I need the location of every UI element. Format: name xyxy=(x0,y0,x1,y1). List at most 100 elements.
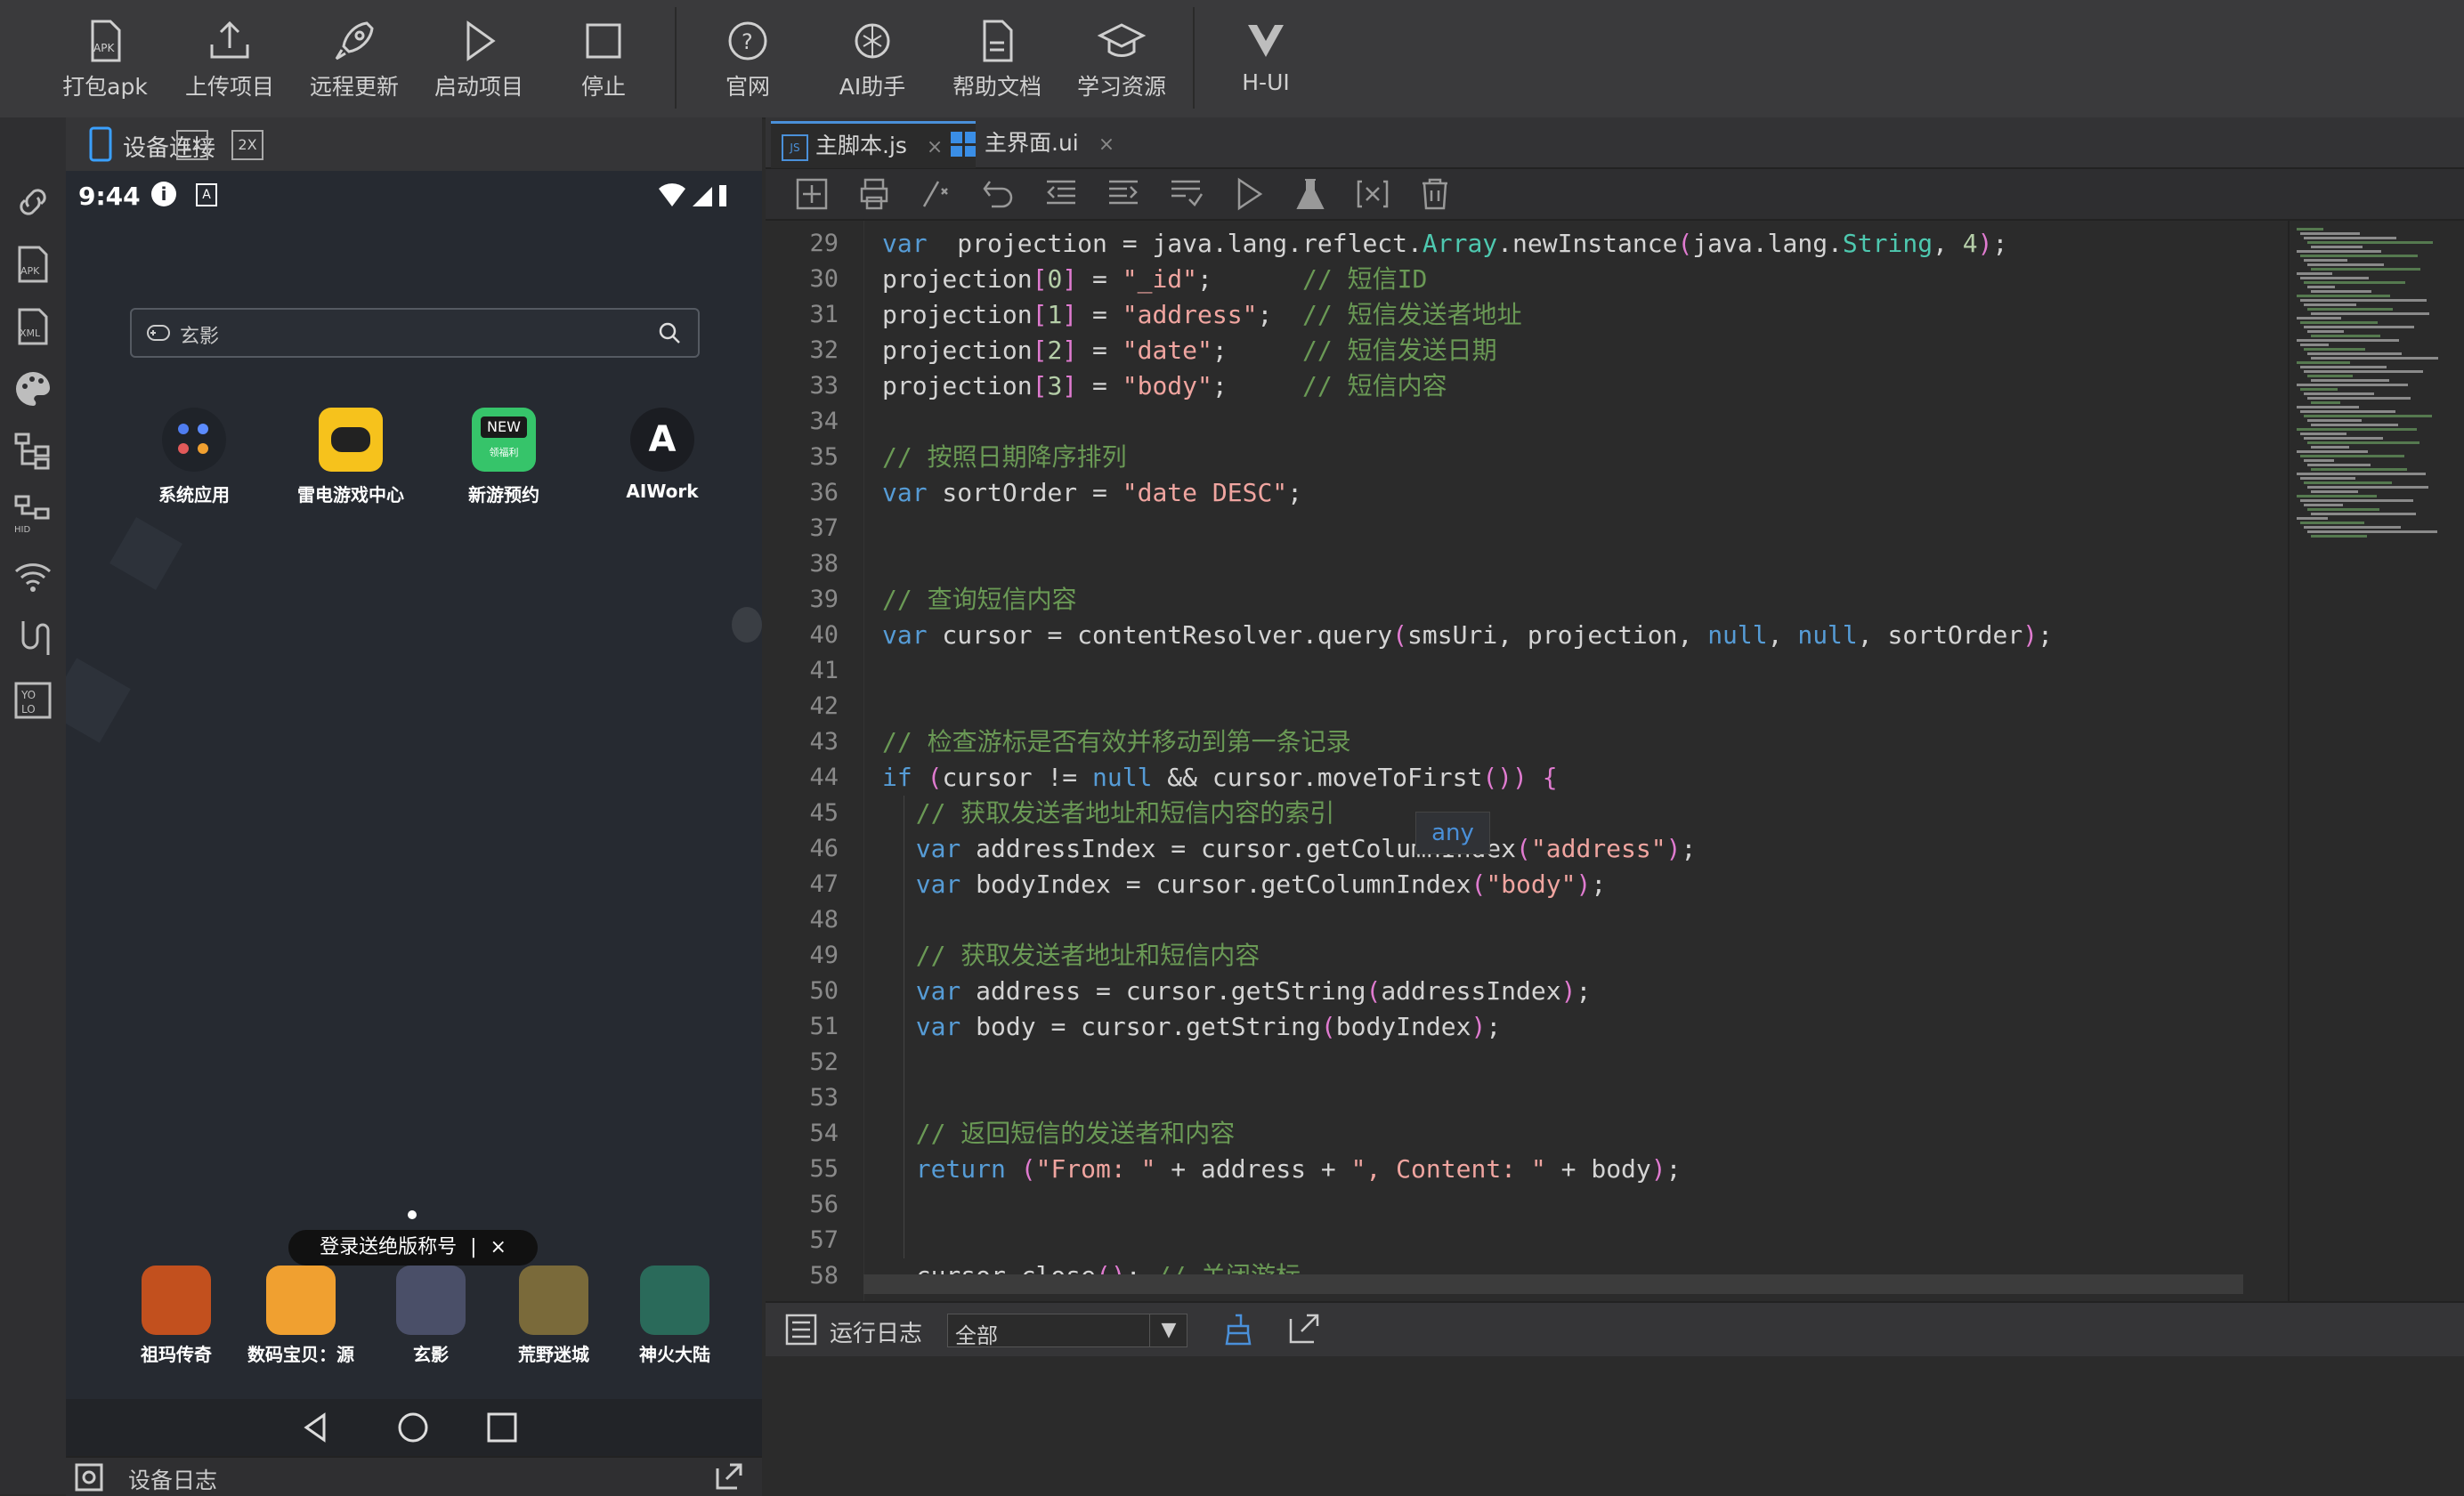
add-icon[interactable] xyxy=(794,176,830,212)
code-line[interactable]: // 检查游标是否有效并移动到第一条记录 xyxy=(882,724,1351,760)
usb-icon[interactable] xyxy=(12,618,53,659)
code-line[interactable]: var cursor = contentResolver.query(smsUr… xyxy=(882,618,2053,653)
link-icon[interactable] xyxy=(12,182,53,222)
minimap-line xyxy=(2300,321,2378,324)
app-aiwork[interactable]: A AIWork xyxy=(609,408,716,502)
app-system-apps[interactable]: 系统应用 xyxy=(141,408,247,506)
home-icon[interactable] xyxy=(397,1411,429,1443)
minimap-line xyxy=(2304,526,2401,529)
device-log-bar[interactable]: 设备日志 xyxy=(66,1456,762,1496)
recents-icon[interactable] xyxy=(486,1411,518,1443)
run-icon[interactable] xyxy=(1230,176,1266,212)
xml-file-icon[interactable]: XML xyxy=(12,306,53,347)
flask-icon[interactable] xyxy=(1293,176,1328,212)
code-line[interactable]: var projection = java.lang.reflect.Array… xyxy=(882,226,2007,262)
code-token: + address + xyxy=(1155,1154,1351,1184)
code-token: ; xyxy=(1257,300,1303,329)
promo-toast[interactable]: 登录送绝版称号 | × xyxy=(288,1230,538,1266)
format-icon[interactable] xyxy=(1168,176,1204,212)
line-number: 48 xyxy=(809,906,839,934)
build-apk-button[interactable]: APK 打包apk xyxy=(52,11,158,107)
stop-button[interactable]: 停止 xyxy=(550,11,657,107)
tree-icon[interactable] xyxy=(12,431,53,472)
palette-icon[interactable] xyxy=(12,368,53,409)
dock-app[interactable]: 荒野迷城 xyxy=(500,1266,607,1366)
popout-icon[interactable] xyxy=(714,1461,744,1492)
clear-icon[interactable] xyxy=(1417,176,1453,212)
code-line[interactable]: // 获取发送者地址和短信内容 xyxy=(886,938,1260,974)
line-number-gutter: 29 30 31 32 33 34 35 36 37 38 39 40 41 42 43 44 45 46 47 48… xyxy=(766,221,863,1413)
broom-clear-icon[interactable] xyxy=(1221,1312,1255,1346)
zoom-2x-button[interactable]: 2X xyxy=(231,130,263,160)
line-number: 53 xyxy=(809,1084,839,1112)
log-filter-select[interactable]: 全部 ▼ xyxy=(947,1314,1187,1348)
code-line[interactable]: var sortOrder = "date DESC"; xyxy=(882,475,1302,511)
variable-icon[interactable] xyxy=(1355,176,1390,212)
code-line[interactable]: projection[0] = "_id"; // 短信ID xyxy=(882,262,1427,297)
app-game-center[interactable]: 雷电游戏中心 xyxy=(290,408,411,506)
yolo-icon[interactable]: YO LO xyxy=(12,680,53,721)
dock-app[interactable]: 玄影 xyxy=(377,1266,484,1366)
hid-tree-icon[interactable]: HID xyxy=(12,493,53,535)
learning-resources-button[interactable]: 学习资源 xyxy=(1068,11,1175,107)
chevron-down-icon[interactable]: ▼ xyxy=(1149,1314,1187,1346)
code-line[interactable]: if (cursor != null && cursor.moveToFirst… xyxy=(882,760,1558,796)
app-new-game-reservation[interactable]: NEW 领福利 新游预约 xyxy=(450,408,557,506)
wifi-icon[interactable] xyxy=(12,555,53,596)
code-token: ] xyxy=(1062,300,1078,329)
h-ui-button[interactable]: H-UI xyxy=(1212,11,1319,107)
dock-app[interactable]: 祖玛传奇 xyxy=(123,1266,230,1366)
code-line[interactable]: // 获取发送者地址和短信内容的索引 xyxy=(886,796,1335,831)
minimap-line xyxy=(2311,357,2438,360)
minimap-line xyxy=(2307,375,2353,377)
code-token: ; xyxy=(1197,264,1303,294)
code-line[interactable]: var address = cursor.getString(addressIn… xyxy=(886,974,1592,1009)
run-log-output[interactable] xyxy=(766,1356,2464,1494)
code-line[interactable]: // 按照日期降序排列 xyxy=(882,440,1127,475)
code-line[interactable]: var addressIndex = cursor.getColumnIndex… xyxy=(886,831,1697,867)
search-icon[interactable] xyxy=(657,320,682,345)
code-line[interactable]: var bodyIndex = cursor.getColumnIndex("b… xyxy=(886,867,1606,902)
code-line[interactable]: var body = cursor.getString(bodyIndex); xyxy=(886,1009,1501,1045)
code-token: cursor = contentResolver.query xyxy=(927,620,1393,650)
back-icon[interactable] xyxy=(299,1411,331,1443)
print-icon[interactable] xyxy=(856,176,892,212)
toast-close-button[interactable]: × xyxy=(490,1236,507,1258)
code-line[interactable]: // 返回短信的发送者和内容 xyxy=(886,1116,1236,1152)
undo-icon[interactable] xyxy=(981,176,1017,212)
code-line[interactable]: projection[2] = "date"; // 短信发送日期 xyxy=(882,333,1497,368)
upload-project-button[interactable]: 上传项目 xyxy=(176,11,283,107)
minimap-line xyxy=(2304,392,2374,395)
code-token: // 检查游标是否有效并移动到第一条记录 xyxy=(882,727,1351,756)
phone-screen[interactable]: 9:44 i A 玄影 系统应用 雷电游戏中心 NEW 领福利 新游预约 A A… xyxy=(66,171,762,1399)
xuanying-app-icon xyxy=(396,1266,466,1335)
indent-left-icon[interactable] xyxy=(1043,176,1079,212)
official-site-button[interactable]: ? 官网 xyxy=(694,11,801,107)
code-line[interactable]: projection[1] = "address"; // 短信发送者地址 xyxy=(882,297,1522,333)
code-line[interactable]: // 查询短信内容 xyxy=(882,582,1077,618)
apk-file-icon[interactable]: APK xyxy=(12,244,53,285)
ai-assistant-button[interactable]: AI助手 xyxy=(819,11,926,107)
code-minimap[interactable] xyxy=(2288,221,2464,1413)
horizontal-scrollbar[interactable] xyxy=(863,1274,2243,1294)
remote-update-button[interactable]: 远程更新 xyxy=(301,11,408,107)
dock-app[interactable]: 神火大陆 xyxy=(621,1266,728,1366)
popout-icon[interactable] xyxy=(1287,1312,1321,1346)
close-tab-icon[interactable]: × xyxy=(1098,133,1114,156)
code-token: "body" xyxy=(1122,371,1212,400)
code-area[interactable]: var projection = java.lang.reflect.Array… xyxy=(863,221,2164,1413)
minimap-line xyxy=(2307,352,2402,355)
comment-icon[interactable] xyxy=(919,176,954,212)
code-line[interactable]: projection[3] = "body"; // 短信内容 xyxy=(882,368,1447,404)
phone-search-bar[interactable]: 玄影 xyxy=(130,308,700,358)
tab-main-ui[interactable]: 主界面.ui × xyxy=(940,121,1145,166)
code-token: // 短信发送日期 xyxy=(1302,336,1497,365)
dock-app[interactable]: 数码宝贝：源 xyxy=(230,1266,372,1366)
floating-ball[interactable] xyxy=(732,607,762,643)
zoom-1x-button[interactable]: 1X xyxy=(176,130,208,160)
start-project-button[interactable]: 启动项目 xyxy=(426,11,532,107)
code-line[interactable]: return ("From: " + address + ", Content:… xyxy=(886,1152,1682,1187)
indent-right-icon[interactable] xyxy=(1106,176,1141,212)
help-docs-button[interactable]: 帮助文档 xyxy=(944,11,1050,107)
